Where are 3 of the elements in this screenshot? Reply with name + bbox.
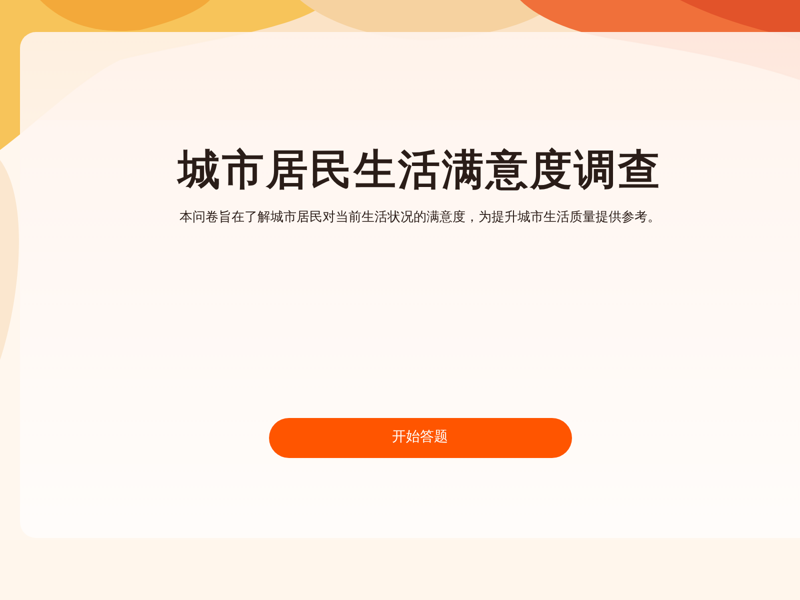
survey-title: 城市居民生活满意度调查: [178, 144, 662, 196]
survey-description: 本问卷旨在了解城市居民对当前生活状况的满意度，为提升城市生活质量提供参考。: [180, 209, 660, 227]
start-button[interactable]: 开始答题: [268, 418, 572, 458]
